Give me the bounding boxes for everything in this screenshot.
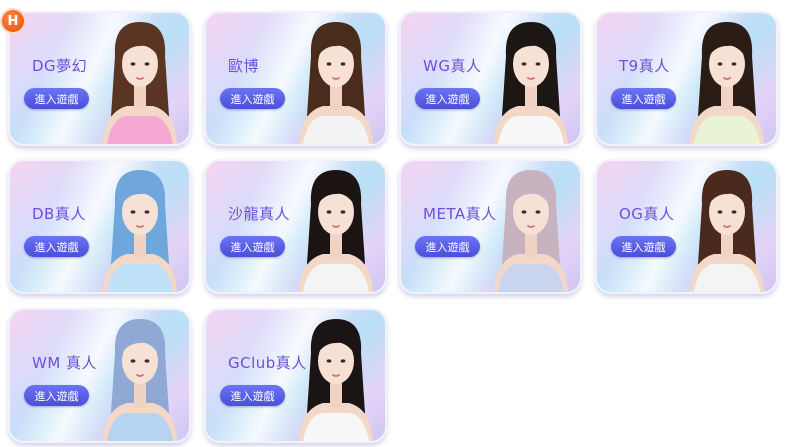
dealer-portrait-icon — [97, 313, 183, 441]
game-title: T9真人 — [619, 57, 670, 75]
enter-game-button[interactable]: 進入遊戲 — [415, 236, 480, 257]
game-title: WG真人 — [423, 57, 482, 75]
dealer-portrait-icon — [684, 164, 770, 292]
game-title: DG夢幻 — [32, 57, 88, 75]
hot-badge-icon: H — [2, 10, 24, 32]
game-title: OG真人 — [619, 205, 675, 223]
game-card[interactable]: 沙龍真人進入遊戲 — [204, 159, 387, 294]
game-title: 沙龍真人 — [228, 205, 291, 223]
enter-game-button[interactable]: 進入遊戲 — [220, 236, 285, 257]
dealer-portrait-icon — [293, 164, 379, 292]
dealer-portrait-icon — [488, 16, 574, 144]
enter-game-button[interactable]: 進入遊戲 — [24, 236, 89, 257]
game-card[interactable]: META真人進入遊戲 — [399, 159, 582, 294]
dealer-portrait-icon — [684, 16, 770, 144]
dealer-portrait-icon — [293, 16, 379, 144]
game-card[interactable]: WG真人進入遊戲 — [399, 11, 582, 146]
game-card[interactable]: DG夢幻進入遊戲 — [8, 11, 191, 146]
dealer-portrait-icon — [97, 16, 183, 144]
game-card[interactable]: DB真人進入遊戲 — [8, 159, 191, 294]
enter-game-button[interactable]: 進入遊戲 — [24, 88, 89, 109]
game-title: WM 真人 — [32, 354, 98, 372]
dealer-portrait-icon — [488, 164, 574, 292]
enter-game-button[interactable]: 進入遊戲 — [220, 88, 285, 109]
enter-game-button[interactable]: 進入遊戲 — [611, 236, 676, 257]
enter-game-button[interactable]: 進入遊戲 — [24, 385, 89, 406]
game-title: DB真人 — [32, 205, 86, 223]
game-title: META真人 — [423, 205, 497, 223]
dealer-portrait-icon — [293, 313, 379, 441]
enter-game-button[interactable]: 進入遊戲 — [611, 88, 676, 109]
enter-game-button[interactable]: 進入遊戲 — [220, 385, 285, 406]
enter-game-button[interactable]: 進入遊戲 — [415, 88, 480, 109]
game-card[interactable]: OG真人進入遊戲 — [595, 159, 778, 294]
dealer-portrait-icon — [97, 164, 183, 292]
game-card[interactable]: T9真人進入遊戲 — [595, 11, 778, 146]
game-card[interactable]: WM 真人進入遊戲 — [8, 308, 191, 443]
game-card[interactable]: GClub真人 進入遊戲 — [204, 308, 387, 443]
game-title: 歐博 — [228, 57, 260, 75]
game-card[interactable]: 歐博進入遊戲 — [204, 11, 387, 146]
